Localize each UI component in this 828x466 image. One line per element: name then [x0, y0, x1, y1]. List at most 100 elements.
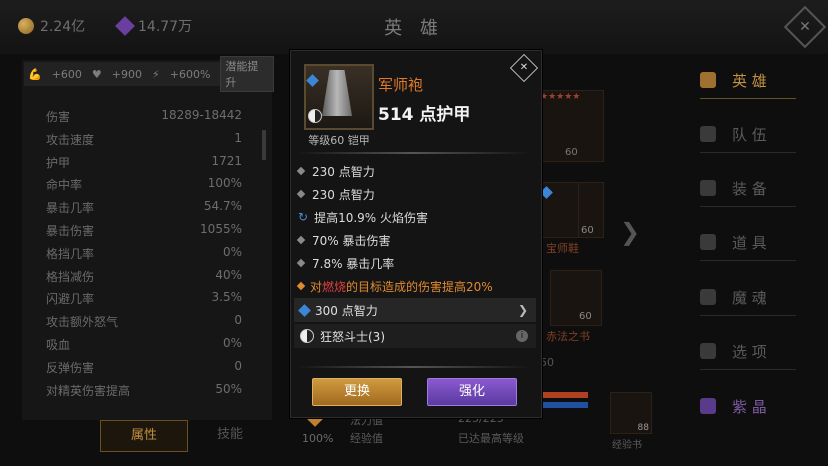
stat-value: 0: [234, 358, 242, 373]
stats-list[interactable]: 伤害 18289-18442 攻击速度 1 护甲 1721 命中率 100% 暴击几率 5…: [46, 108, 242, 396]
item-stat-line: 70% 暴击伤害: [296, 229, 530, 251]
stat-row: 攻击额外怒气 0: [46, 313, 242, 336]
stat-label: 吸血: [46, 337, 71, 352]
socket-text: 300 点智力: [315, 303, 378, 318]
yinyang-icon: [300, 329, 314, 343]
bottom-percent: 100%: [302, 432, 334, 445]
blue-gem-icon: [298, 303, 311, 317]
divider: [296, 366, 530, 368]
item-stat-line: ↻ 提高10.9% 火焰伤害: [298, 206, 530, 228]
set-yinyang-icon: [308, 108, 322, 127]
item-stat-line: 7.8% 暴击几率: [296, 252, 530, 274]
hero-icon: [700, 72, 716, 88]
socket-gem-icon: [540, 182, 553, 201]
set-row[interactable]: 狂怒斗士(3) i: [294, 324, 536, 348]
crystal-icon: [700, 398, 716, 414]
bullet-icon: [296, 281, 306, 291]
chevron-right-icon: ❯: [517, 303, 528, 317]
item-name: 军师袍: [378, 76, 424, 94]
special-suffix: 的目标造成的伤害提高20%: [346, 279, 493, 294]
stat-value: 0: [234, 313, 242, 328]
socket-gem-icon: [306, 70, 319, 89]
stat-label: 攻击速度: [46, 132, 95, 147]
exp-book-item[interactable]: 88: [610, 392, 652, 434]
stat-label: 暴击几率: [46, 201, 95, 216]
item-stat-line: 230 点智力: [296, 183, 530, 205]
nav-hero[interactable]: 英 雄: [700, 62, 796, 98]
nav-divider: [700, 369, 796, 370]
nav-crystal[interactable]: 紫 晶: [700, 388, 796, 424]
gear-icon: [700, 343, 716, 359]
bullet-icon: [296, 258, 306, 268]
refresh-icon: ↻: [298, 210, 309, 224]
nav-items[interactable]: 道 具: [700, 224, 796, 260]
stat-label: 暴击伤害: [46, 223, 95, 238]
equipment-slot[interactable]: 60: [578, 182, 604, 238]
stat-row: 闪避几率 3.5%: [46, 290, 242, 313]
stat-row: 伤害 18289-18442: [46, 108, 242, 131]
slot-level: 60: [581, 225, 594, 236]
slot-level: 60: [579, 311, 592, 322]
stat-label: 闪避几率: [46, 292, 95, 307]
lightning-icon: ⚡: [152, 67, 160, 81]
nav-label: 选 项: [732, 342, 767, 361]
stat-row: 暴击几率 54.7%: [46, 199, 242, 222]
bullet-icon: [296, 166, 306, 176]
potential-upgrade-button[interactable]: 潜能提升: [220, 56, 274, 92]
bullet-icon: [296, 235, 306, 245]
stat-row: 吸血 0%: [46, 336, 242, 359]
heart-icon: ♥: [91, 67, 102, 81]
bag-icon: [700, 234, 716, 250]
burn-keyword: 燃烧: [322, 279, 347, 294]
tab-skills[interactable]: 技能: [188, 420, 272, 450]
stat-row: 暴击伤害 1055%: [46, 222, 242, 245]
bullet-icon: [296, 189, 306, 199]
slot-level: 60: [565, 147, 578, 158]
stat-value: 54.7%: [203, 199, 242, 214]
socket-row[interactable]: 300 点智力 ❯: [294, 298, 536, 322]
stat-label: 对精英伤害提高: [46, 383, 131, 396]
slot-name-boots: 宝师鞋: [546, 242, 579, 255]
stat-row: 格挡几率 0%: [46, 245, 242, 268]
stat-value: 40%: [215, 267, 242, 282]
page-title: 英 雄: [384, 18, 444, 39]
stat-text: 70% 暴击伤害: [312, 233, 391, 248]
star-rating-icon: ★★★★★: [540, 92, 581, 102]
nav-label: 紫 晶: [732, 397, 767, 416]
stat-text: 7.8% 暴击几率: [312, 256, 395, 271]
next-arrow-icon[interactable]: ❯: [620, 218, 640, 246]
stat-label: 格挡几率: [46, 246, 95, 261]
nav-label: 道 具: [732, 233, 767, 252]
stat-value: 3.5%: [211, 290, 243, 305]
nav-label: 魔 魂: [732, 288, 767, 307]
nav-soul[interactable]: 魔 魂: [700, 279, 796, 315]
nav-team[interactable]: 队 伍: [700, 116, 796, 152]
stat-value: 1721: [211, 153, 242, 168]
item-level: 等级60 铠甲: [308, 134, 370, 147]
equipment-slot[interactable]: 60: [550, 270, 602, 326]
nav-divider: [700, 98, 796, 99]
flame-icon: [700, 289, 716, 305]
info-icon[interactable]: i: [516, 330, 528, 342]
stat-value: 0%: [222, 335, 242, 350]
helmet-icon: [700, 180, 716, 196]
enhance-button[interactable]: 强化: [427, 378, 517, 406]
slot-name-book: 赤法之书: [546, 330, 590, 343]
stat-label: 攻击额外怒气: [46, 315, 119, 330]
nav-label: 队 伍: [732, 125, 767, 144]
stat-text: 230 点智力: [312, 187, 375, 202]
nav-label: 英 雄: [732, 71, 767, 90]
nav-equipment[interactable]: 装 备: [700, 170, 796, 206]
nav-label: 装 备: [732, 179, 767, 198]
nav-divider: [700, 152, 796, 153]
special-effect-text: 对燃烧的目标造成的伤害提高20%: [310, 278, 493, 295]
replace-button[interactable]: 更换: [312, 378, 402, 406]
stat-row: 格挡减伤 40%: [46, 268, 242, 291]
nav-options[interactable]: 选 项: [700, 333, 796, 369]
book-label: 经验书: [612, 440, 642, 451]
partial-number: 50: [540, 356, 554, 369]
bonus-strength: +600: [51, 67, 82, 81]
tab-attributes[interactable]: 属性: [100, 420, 188, 452]
stats-scrollbar[interactable]: [262, 130, 266, 160]
stat-value: 18289-18442: [161, 108, 242, 122]
